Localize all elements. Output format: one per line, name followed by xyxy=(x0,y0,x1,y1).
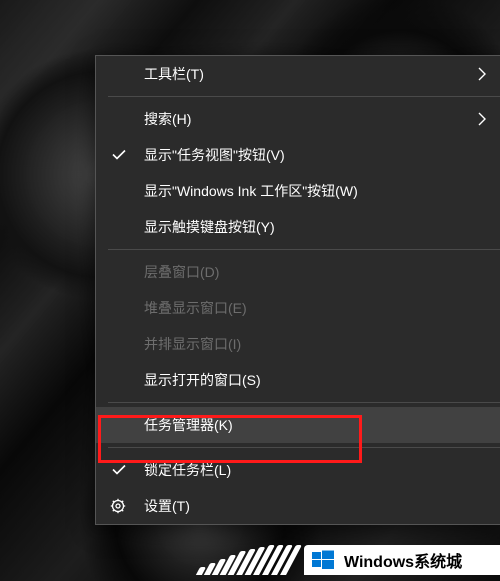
menu-item-show-task-view[interactable]: 显示"任务视图"按钮(V) xyxy=(96,137,500,173)
menu-item-search[interactable]: 搜索(H) xyxy=(96,101,500,137)
menu-separator xyxy=(108,402,500,403)
windows-logo-icon xyxy=(312,549,334,571)
watermark-bar: Windows系统城 xyxy=(304,545,500,575)
menu-item-stack-windows: 堆叠显示窗口(E) xyxy=(96,290,500,326)
menu-separator xyxy=(108,447,500,448)
menu-item-settings[interactable]: 设置(T) xyxy=(96,488,500,524)
chevron-right-icon xyxy=(477,112,487,126)
menu-item-label: 锁定任务栏(L) xyxy=(144,460,231,480)
menu-item-lock-taskbar[interactable]: 锁定任务栏(L) xyxy=(96,452,500,488)
menu-item-label: 显示打开的窗口(S) xyxy=(144,370,261,390)
watermark-text: Windows系统城 xyxy=(344,548,462,572)
menu-item-label: 显示"Windows Ink 工作区"按钮(W) xyxy=(144,181,358,201)
check-icon xyxy=(112,150,126,160)
menu-item-side-by-side-windows: 并排显示窗口(I) xyxy=(96,326,500,362)
menu-separator xyxy=(108,249,500,250)
menu-item-label: 设置(T) xyxy=(144,496,190,516)
chevron-right-icon xyxy=(477,67,487,81)
menu-item-show-touch-keyboard[interactable]: 显示触摸键盘按钮(Y) xyxy=(96,209,500,245)
menu-item-task-manager[interactable]: 任务管理器(K) xyxy=(96,407,500,443)
menu-item-toolbars[interactable]: 工具栏(T) xyxy=(96,56,500,92)
taskbar-context-menu: 工具栏(T) 搜索(H) 显示"任务视图"按钮(V) 显示"Windows In… xyxy=(95,55,500,525)
menu-item-label: 显示"任务视图"按钮(V) xyxy=(144,145,285,165)
menu-item-label: 堆叠显示窗口(E) xyxy=(144,298,247,318)
gear-icon xyxy=(110,498,126,514)
menu-item-label: 任务管理器(K) xyxy=(144,415,233,435)
watermark-stripes xyxy=(198,545,308,575)
menu-item-cascade-windows: 层叠窗口(D) xyxy=(96,254,500,290)
menu-item-label: 搜索(H) xyxy=(144,109,191,129)
check-icon xyxy=(112,465,126,475)
menu-item-label: 工具栏(T) xyxy=(144,64,204,84)
menu-separator xyxy=(108,96,500,97)
menu-item-label: 并排显示窗口(I) xyxy=(144,334,241,354)
menu-item-show-ink-workspace[interactable]: 显示"Windows Ink 工作区"按钮(W) xyxy=(96,173,500,209)
menu-item-label: 显示触摸键盘按钮(Y) xyxy=(144,217,275,237)
menu-item-label: 层叠窗口(D) xyxy=(144,262,219,282)
menu-item-show-open-windows[interactable]: 显示打开的窗口(S) xyxy=(96,362,500,398)
